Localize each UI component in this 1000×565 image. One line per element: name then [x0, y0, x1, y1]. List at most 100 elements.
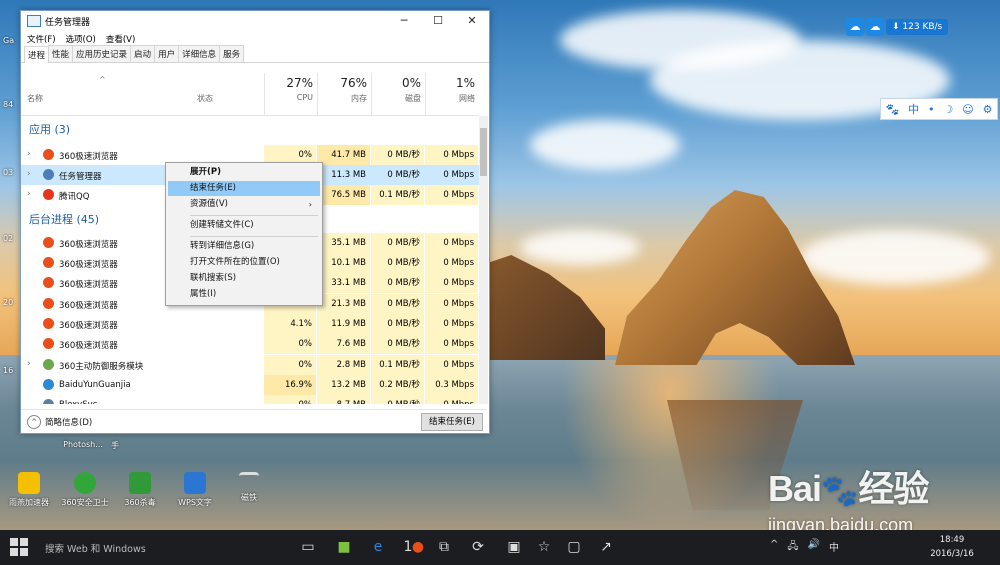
share-icon[interactable]: ↗: [594, 536, 618, 558]
process-disk: 0 MB/秒: [371, 314, 424, 334]
chevron-right-icon[interactable]: ›: [27, 359, 31, 369]
netspeed-value: ⬇ 123 KB/s: [886, 19, 949, 35]
tab-services[interactable]: 服务: [219, 45, 245, 62]
menu-item-end-task[interactable]: 结束任务(E): [168, 181, 320, 196]
process-disk: 0 MB/秒: [371, 334, 424, 354]
clock[interactable]: 18:49 2016/3/16: [912, 533, 992, 561]
search-box[interactable]: 搜索 Web 和 Windows: [45, 541, 146, 555]
menu-item-resource-values[interactable]: 资源值(V) ›: [168, 197, 320, 212]
close-button[interactable]: ✕: [455, 11, 489, 31]
process-mem: 11.3 MB: [331, 170, 366, 180]
process-icon: [43, 257, 54, 268]
smile-icon[interactable]: ☺: [962, 103, 973, 116]
process-row[interactable]: 360极速浏览器 4.1% 11.9 MB 0 MB/秒 0 Mbps: [21, 314, 479, 334]
process-net: 0 Mbps: [425, 314, 478, 334]
grid-icon[interactable]: ⚙: [983, 103, 993, 116]
menu-separator: [190, 215, 318, 216]
desktop-icon-360sd[interactable]: 360杀毒: [115, 472, 165, 508]
tab-app-history[interactable]: 应用历史记录: [72, 45, 132, 62]
scrollbar-thumb[interactable]: [480, 128, 487, 176]
moon-icon[interactable]: ☽: [943, 103, 953, 116]
paw-icon[interactable]: 🐾: [885, 103, 899, 116]
menu-options[interactable]: 选项(O): [66, 33, 96, 45]
menu-item-create-dump[interactable]: 创建转储文件(C): [168, 218, 320, 233]
column-cpu[interactable]: 27% CPU: [264, 73, 317, 115]
window-icon[interactable]: ▢: [562, 536, 586, 558]
menu-item-go-to-details[interactable]: 转到详细信息(G): [168, 239, 320, 254]
360browser-icon[interactable]: ●: [406, 536, 430, 558]
edge-label: 02: [3, 234, 14, 243]
vertical-scrollbar[interactable]: [479, 116, 488, 404]
network-total: 1%: [455, 76, 475, 90]
process-mem: 76.5 MB: [317, 185, 370, 205]
column-disk[interactable]: 0% 磁盘: [371, 73, 425, 115]
tab-processes[interactable]: 进程: [24, 46, 50, 63]
desktop-icon-wps[interactable]: WPS文字: [170, 472, 220, 508]
column-network[interactable]: 1% 网络: [425, 73, 479, 115]
column-memory[interactable]: 76% 内存: [317, 73, 371, 115]
menu-item-search-online[interactable]: 联机搜索(S): [168, 271, 320, 286]
menu-item-properties[interactable]: 属性(I): [168, 287, 320, 302]
section-background[interactable]: 后台进程 (45): [29, 211, 99, 227]
screenshot-icon[interactable]: ⧉: [432, 536, 456, 558]
ime-toolbar[interactable]: 🐾 中 • ☽ ☺ ⚙: [880, 98, 998, 120]
minimize-button[interactable]: ─: [387, 11, 421, 31]
memory-total: 76%: [340, 76, 367, 90]
android-icon[interactable]: ■: [332, 536, 356, 558]
column-name[interactable]: 名称: [27, 93, 43, 104]
netspeed-widget[interactable]: ☁ ☁ ⬇ 123 KB/s: [846, 18, 949, 36]
task-view-icon[interactable]: ▭: [296, 536, 320, 558]
tab-performance[interactable]: 性能: [48, 45, 74, 62]
menu-item-expand[interactable]: 展开(P): [168, 165, 320, 180]
tab-details[interactable]: 详细信息: [178, 45, 221, 62]
windows-start-icon[interactable]: [10, 538, 28, 556]
tray-expand-icon[interactable]: ^: [770, 539, 778, 556]
process-row[interactable]: BaiduYunGuanjia 16.9% 13.2 MB 0.2 MB/秒 0.3 M…: [21, 375, 479, 395]
process-name: 360极速浏览器: [59, 341, 118, 351]
tab-startup[interactable]: 启动: [130, 45, 156, 62]
title-bar[interactable]: 任务管理器 ─ ☐ ✕: [21, 11, 489, 31]
tab-users[interactable]: 用户: [154, 45, 180, 62]
process-row[interactable]: › 360主动防御服务模块 0% 2.8 MB 0.1 MB/秒 0 Mbps: [21, 355, 479, 375]
star-icon[interactable]: ☆: [532, 536, 556, 558]
save-icon[interactable]: ▣: [502, 536, 526, 558]
memory-label: 内存: [351, 94, 367, 103]
process-disk: 0 MB/秒: [371, 233, 424, 253]
process-row[interactable]: 360极速浏览器 0% 7.6 MB 0 MB/秒 0 Mbps: [21, 334, 479, 354]
section-apps[interactable]: 应用 (3): [29, 121, 70, 137]
desktop-icon-360safe[interactable]: 360安全卫士: [60, 472, 110, 508]
chevron-right-icon[interactable]: ›: [27, 189, 31, 199]
chevron-right-icon[interactable]: ›: [27, 149, 31, 159]
ime-indicator[interactable]: 中: [829, 539, 839, 556]
end-task-button[interactable]: 结束任务(E): [421, 413, 483, 431]
desktop-icon-hand[interactable]: 手: [100, 440, 130, 451]
process-net: 0 Mbps: [425, 273, 478, 293]
process-icon: [43, 359, 54, 370]
desktop-icon-label: 360安全卫士: [61, 498, 109, 507]
process-name: 360主动防御服务模块: [59, 362, 144, 372]
clock-time: 18:49: [939, 535, 965, 545]
network-icon[interactable]: 🖧: [787, 539, 798, 556]
fewer-details-link[interactable]: 简略信息(D): [45, 416, 92, 428]
maximize-button[interactable]: ☐: [421, 11, 455, 31]
desktop-icon-label: 磁铁: [241, 493, 257, 502]
column-status[interactable]: 状态: [197, 93, 213, 104]
cpu-label: CPU: [296, 93, 313, 102]
chevron-up-icon[interactable]: ^: [27, 415, 41, 429]
edge-browser-icon[interactable]: e: [366, 536, 390, 558]
ime-lang[interactable]: 中: [908, 101, 919, 117]
volume-icon[interactable]: 🔊: [808, 539, 820, 556]
disk-total: 0%: [401, 76, 421, 90]
menu-file[interactable]: 文件(F): [27, 33, 56, 45]
desktop-icon-magnet[interactable]: 磁铁: [224, 472, 274, 503]
process-disk: 0 MB/秒: [371, 253, 424, 273]
process-disk: 0 MB/秒: [371, 395, 424, 404]
refresh-icon[interactable]: ⟳: [466, 536, 490, 558]
punct-icon[interactable]: •: [928, 103, 935, 116]
desktop-icon-yuyan[interactable]: 雨燕加速器: [4, 472, 54, 508]
menu-item-open-file-location[interactable]: 打开文件所在的位置(O): [168, 255, 320, 270]
menu-view[interactable]: 查看(V): [106, 33, 135, 45]
chevron-right-icon[interactable]: ›: [27, 169, 31, 179]
process-row[interactable]: BloxySvc 0%8.7 MB0 MB/秒0 Mbps: [21, 395, 479, 404]
process-icon: [43, 149, 54, 160]
